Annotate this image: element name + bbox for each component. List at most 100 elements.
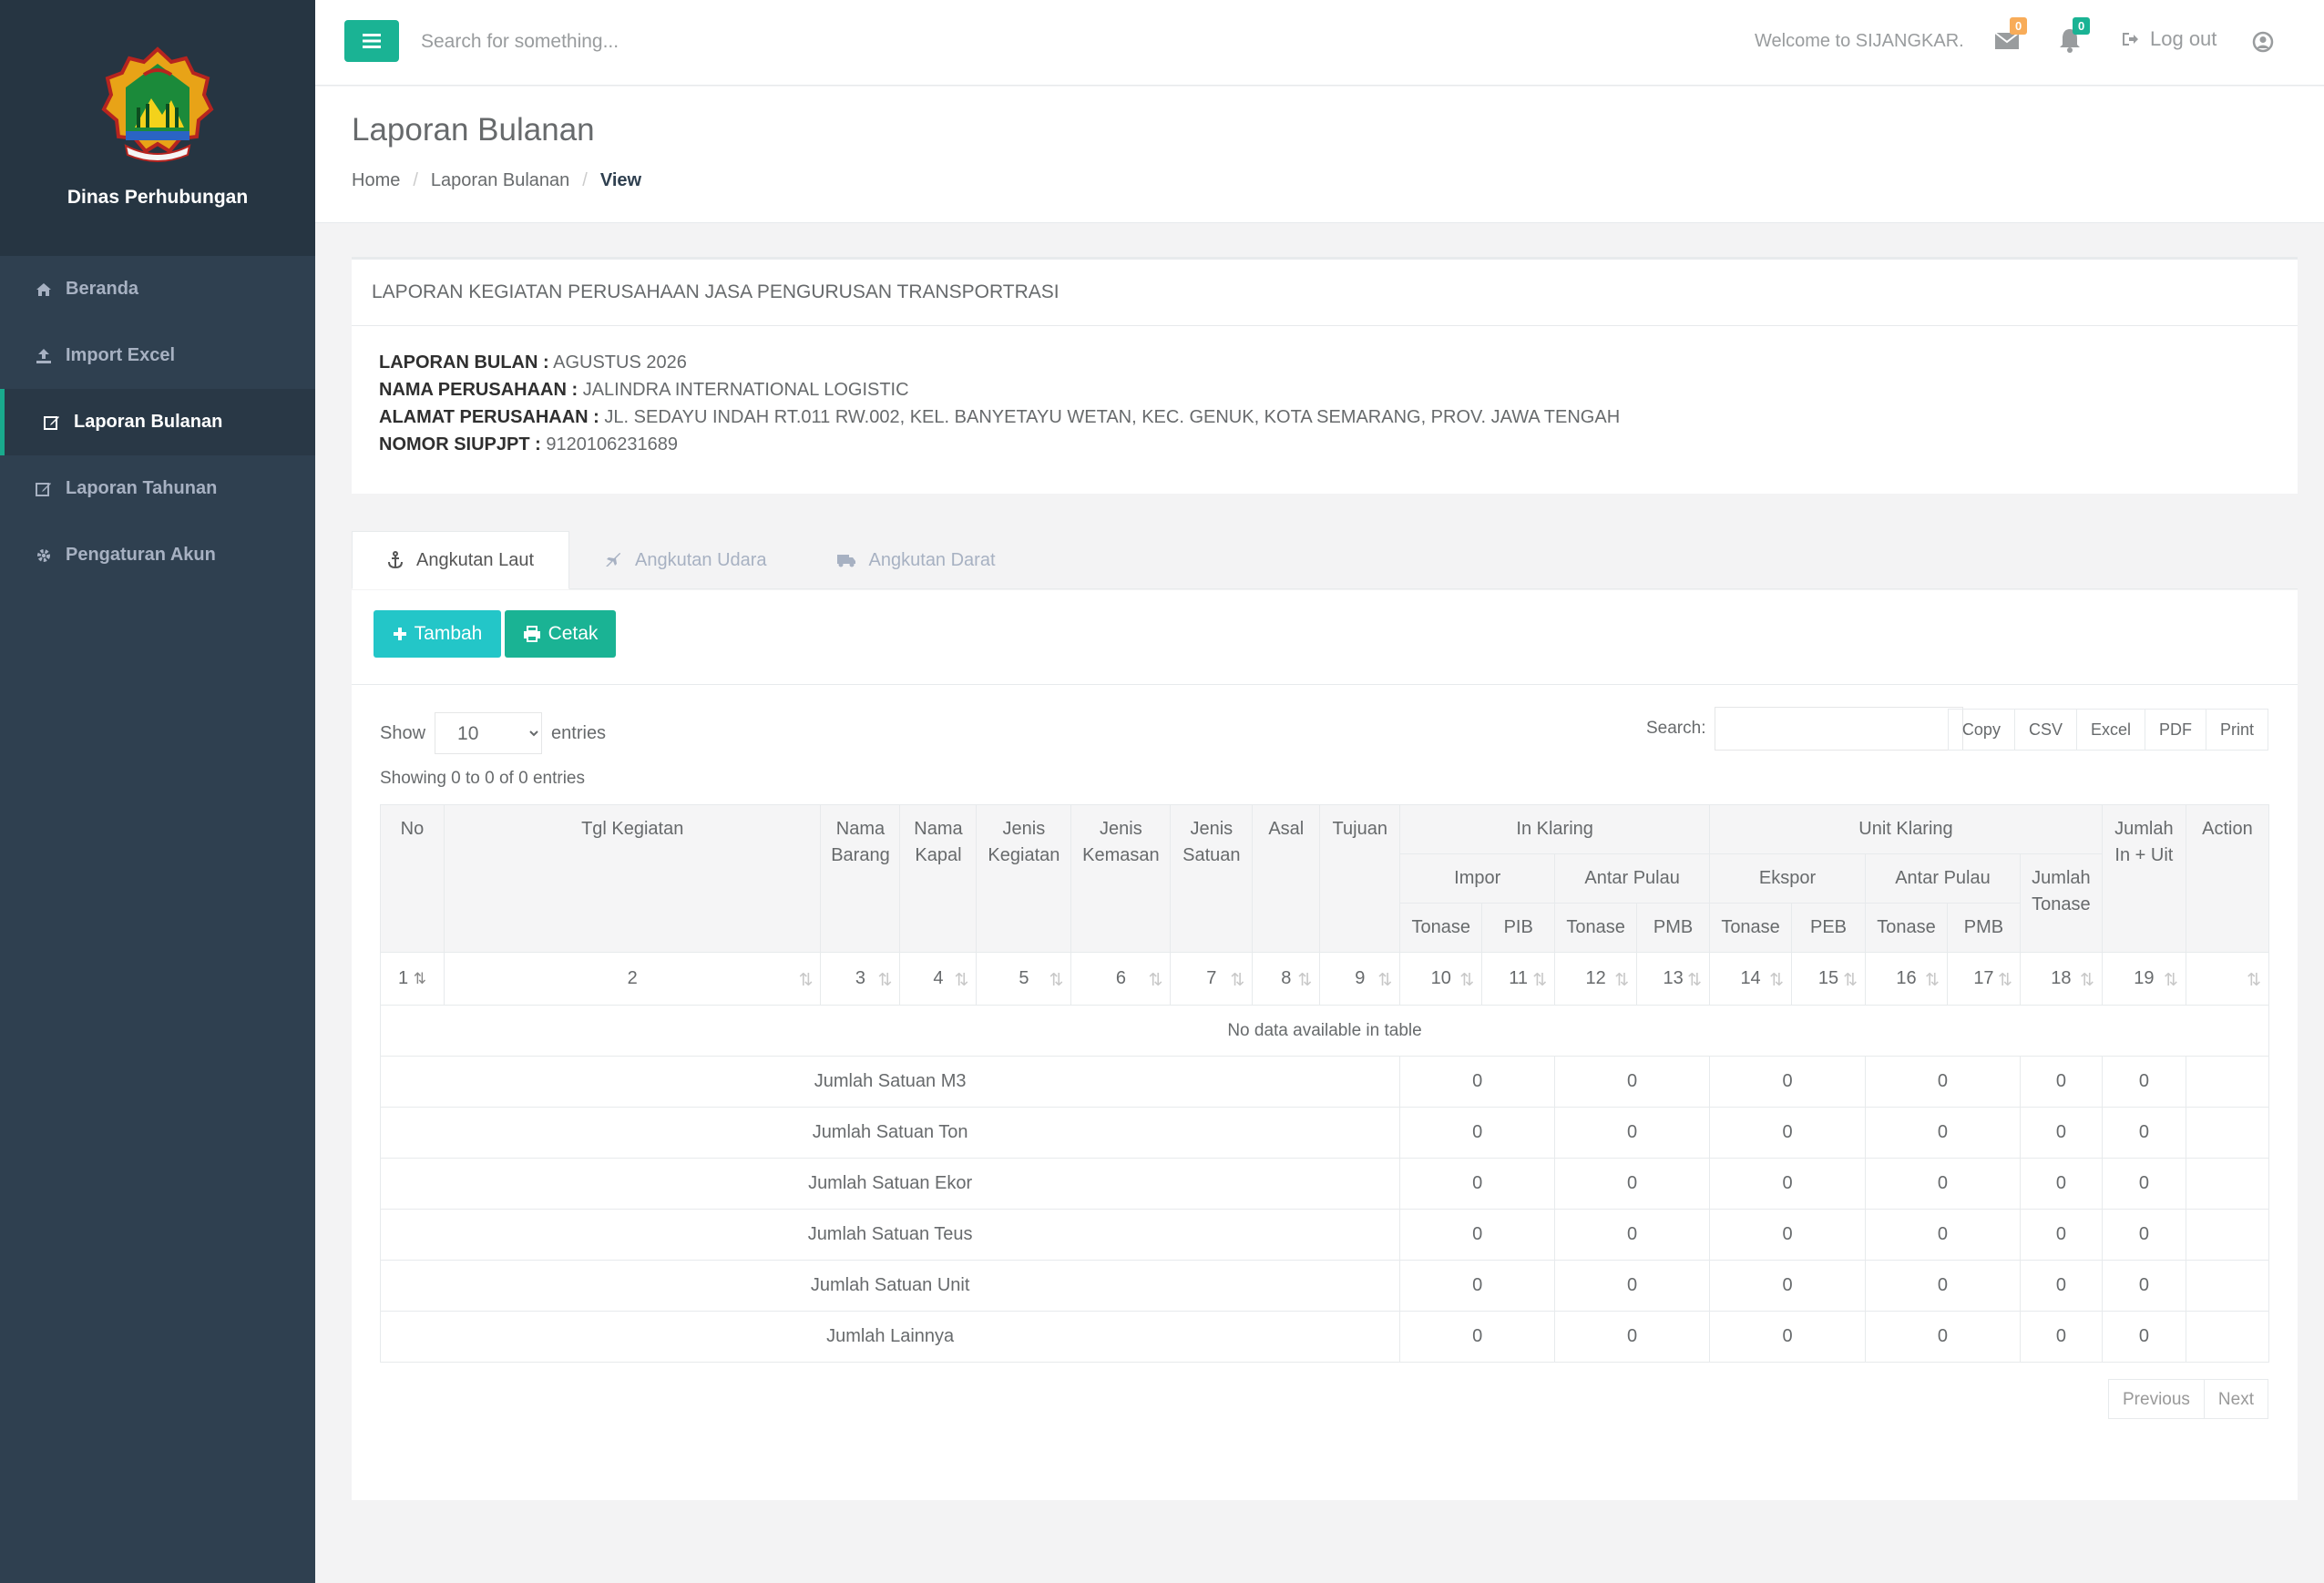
pdf-button[interactable]: PDF [2144, 709, 2206, 751]
sort-asc-icon: ⇅ [413, 970, 426, 987]
col-header-antar-pulau-unit: Antar Pulau [1865, 853, 2021, 904]
sort-header-action[interactable]: ⇅ [2185, 952, 2270, 1006]
breadcrumb: Home / Laporan Bulanan / View [352, 170, 641, 191]
sidebar: Dinas Perhubungan Beranda Import Excel L… [0, 0, 315, 1583]
summary-value: 0 [1709, 1260, 1866, 1312]
info-row-nama: NAMA PERUSAHAAN : JALINDRA INTERNATIONAL… [379, 376, 2270, 403]
sort-header-15[interactable]: 15 ⇅ [1791, 952, 1866, 1006]
sidebar-item-laporan-tahunan[interactable]: Laporan Tahunan [0, 455, 315, 522]
sidebar-item-label: Import Excel [66, 345, 176, 365]
sort-header-11[interactable]: 11 ⇅ [1481, 952, 1556, 1006]
col-header-tujuan: Tujuan [1319, 804, 1401, 953]
summary-value: 0 [2101, 1056, 2186, 1108]
summary-value: 0 [1865, 1107, 2021, 1159]
print-button[interactable]: Print [2205, 709, 2268, 751]
column-index: 9 [1355, 968, 1366, 988]
copy-button[interactable]: Copy [1947, 709, 2015, 751]
anchor-icon [388, 551, 403, 569]
empty-table-row: No data available in table [380, 1005, 2269, 1057]
summary-value: 0 [1554, 1056, 1711, 1108]
breadcrumb-current: View [599, 170, 642, 190]
sort-header-1[interactable]: 1 ⇅ [380, 952, 445, 1006]
sidebar-item-pengaturan-akun[interactable]: Pengaturan Akun [0, 522, 315, 588]
summary-row: Jumlah Satuan Teus 0 0 0 0 0 0 [379, 1209, 2270, 1261]
next-page-button[interactable]: Next [2203, 1379, 2268, 1419]
cetak-button[interactable]: Cetak [505, 610, 616, 658]
sidebar-item-label: Laporan Tahunan [66, 478, 218, 498]
sort-header-14[interactable]: 14 ⇅ [1709, 952, 1793, 1006]
top-search-input[interactable] [421, 22, 967, 62]
sort-header-12[interactable]: 12 ⇅ [1554, 952, 1638, 1006]
summary-value: 0 [1554, 1158, 1711, 1210]
info-value: 9120106231689 [546, 434, 678, 454]
tab-angkutan-laut[interactable]: Angkutan Laut [352, 531, 569, 589]
sort-header-10[interactable]: 10 ⇅ [1399, 952, 1483, 1006]
sort-icon: ⇅ [2163, 971, 2178, 990]
tab-label: Angkutan Darat [868, 549, 996, 570]
sidebar-item-laporan-bulanan[interactable]: Laporan Bulanan [0, 389, 315, 455]
csv-button[interactable]: CSV [2013, 709, 2077, 751]
sort-header-3[interactable]: 3 ⇅ [820, 952, 901, 1006]
summary-action-cell [2185, 1209, 2270, 1261]
summary-value: 0 [1709, 1107, 1866, 1159]
table-search-input[interactable] [1715, 707, 1964, 751]
sign-out-icon [2123, 33, 2138, 46]
tambah-button[interactable]: Tambah [374, 610, 501, 658]
summary-value: 0 [1865, 1311, 2021, 1363]
edit-icon [43, 414, 61, 432]
info-value: AGUSTUS 2026 [553, 352, 687, 373]
print-icon [523, 626, 540, 642]
sort-header-4[interactable]: 4 ⇅ [899, 952, 978, 1006]
sidebar-menu: Beranda Import Excel Laporan Bulanan Lap… [0, 256, 315, 588]
col-header-no: No [380, 804, 445, 953]
breadcrumb-home[interactable]: Home [352, 170, 400, 191]
menu-toggle-button[interactable] [344, 20, 399, 62]
logout-link[interactable]: Log out [2121, 27, 2217, 51]
summary-value: 0 [1399, 1056, 1556, 1108]
sort-header-19[interactable]: 19 ⇅ [2101, 952, 2186, 1006]
column-index: 4 [933, 968, 944, 988]
col-header-antar-pulau-in: Antar Pulau [1554, 853, 1711, 904]
sort-header-6[interactable]: 6 ⇅ [1070, 952, 1172, 1006]
page-heading: Laporan Bulanan Home / Laporan Bulanan /… [315, 87, 2324, 223]
sort-icon: ⇅ [2079, 971, 2094, 990]
sidebar-brand: Dinas Perhubungan [67, 187, 249, 208]
sort-header-18[interactable]: 18 ⇅ [2019, 952, 2103, 1006]
transport-tabs: Angkutan Laut Angkutan Udara Angkutan Da… [352, 531, 2298, 589]
sidebar-item-beranda[interactable]: Beranda [0, 256, 315, 322]
excel-button[interactable]: Excel [2075, 709, 2145, 751]
sort-header-7[interactable]: 7 ⇅ [1170, 952, 1254, 1006]
laporan-table: No Tgl Kegiatan Nama Barang Nama Kapal J… [379, 804, 2270, 1363]
sort-header-8[interactable]: 8 ⇅ [1252, 952, 1321, 1006]
summary-value: 0 [1399, 1209, 1556, 1261]
sort-header-5[interactable]: 5 ⇅ [976, 952, 1072, 1006]
col-header-nama-kapal: Nama Kapal [899, 804, 978, 953]
summary-value: 0 [2101, 1311, 2186, 1363]
sort-header-13[interactable]: 13 ⇅ [1636, 952, 1711, 1006]
gear-icon [35, 546, 53, 565]
sort-header-16[interactable]: 16 ⇅ [1865, 952, 1948, 1006]
entries-length-select[interactable]: 10 [435, 712, 543, 754]
col-header-in-klaring: In Klaring [1399, 804, 1711, 854]
col-header-peb: PEB [1791, 903, 1866, 953]
sort-icon: ⇅ [798, 971, 814, 990]
previous-page-button[interactable]: Previous [2108, 1379, 2205, 1419]
plus-icon [393, 628, 406, 640]
sort-header-17[interactable]: 17 ⇅ [1946, 952, 2021, 1006]
sort-header-9[interactable]: 9 ⇅ [1319, 952, 1401, 1006]
breadcrumb-laporan-bulanan[interactable]: Laporan Bulanan [431, 170, 569, 191]
messages-count-badge: 0 [2010, 17, 2028, 35]
column-index: 16 [1896, 968, 1917, 988]
edit-icon [35, 480, 53, 498]
sort-icon: ⇅ [1998, 971, 2012, 990]
col-header-jenis-kemasan: Jenis Kemasan [1070, 804, 1172, 953]
tambah-label: Tambah [414, 623, 483, 644]
tab-angkutan-udara[interactable]: Angkutan Udara [569, 531, 802, 589]
user-circle-icon[interactable] [2252, 31, 2274, 53]
sort-header-2[interactable]: 2 ⇅ [443, 952, 822, 1006]
summary-value: 0 [2019, 1260, 2103, 1312]
tab-angkutan-darat[interactable]: Angkutan Darat [802, 531, 1030, 589]
summary-value: 0 [1399, 1311, 1556, 1363]
sidebar-item-import-excel[interactable]: Import Excel [0, 322, 315, 389]
summary-value: 0 [1865, 1209, 2021, 1261]
